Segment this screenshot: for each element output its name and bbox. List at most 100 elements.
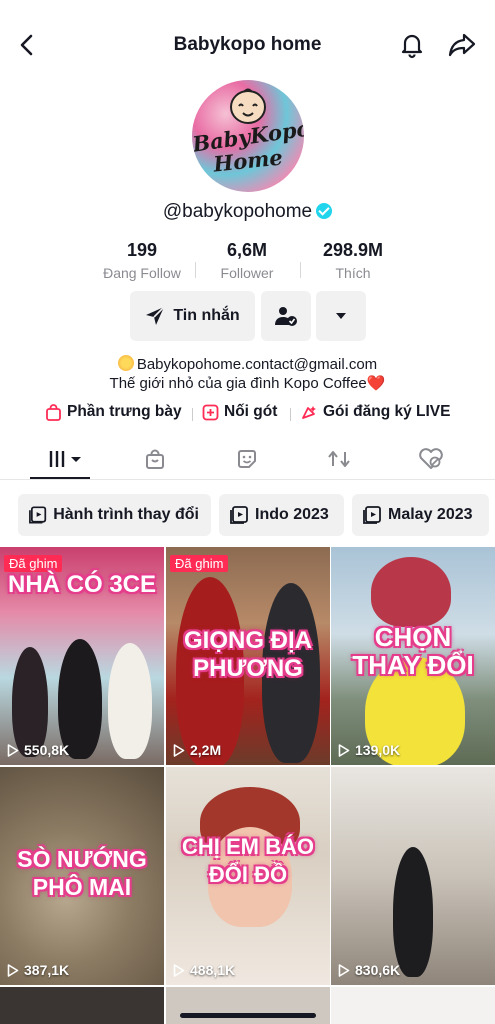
stat-following[interactable]: 199 Đang Follow: [82, 240, 202, 281]
share-icon[interactable]: [447, 31, 477, 59]
play-icon: [7, 743, 19, 757]
view-count: 550,8K: [7, 742, 69, 758]
send-icon: [146, 306, 165, 325]
view-count: 387,1K: [7, 962, 69, 978]
avatar[interactable]: BabyKopo Home: [192, 80, 304, 192]
sun-emoji-icon: [117, 355, 134, 371]
profile-links: Phần trưng bày Nối gót Gói đăng ký LIVE: [0, 403, 495, 425]
play-icon: [173, 963, 185, 977]
shopping-bag-icon: [46, 403, 61, 421]
playlist-chip[interactable]: Hành trình thay đổi: [18, 494, 211, 536]
tab-stickers[interactable]: [227, 446, 267, 472]
stat-value: 298.9M: [322, 240, 384, 260]
playlist-chip[interactable]: Malay 2023: [352, 494, 489, 536]
message-button[interactable]: Tin nhắn: [130, 291, 255, 341]
video-thumbnail[interactable]: Đã ghim NHÀ CÓ 3CE 550,8K: [0, 547, 164, 765]
link-divider: [192, 408, 193, 421]
video-thumbnail[interactable]: [166, 987, 330, 1024]
tab-liked[interactable]: [411, 446, 451, 472]
profile-handle: @babykopohome: [0, 201, 495, 223]
stat-label: Follower: [220, 265, 274, 281]
profile-actions: Tin nhắn: [0, 291, 495, 341]
duet-link[interactable]: Nối gót: [202, 403, 277, 421]
play-icon: [338, 963, 350, 977]
stat-label: Đang Follow: [103, 265, 181, 281]
playlist-chips: Hành trình thay đổi Indo 2023 Malay 2023: [0, 494, 495, 538]
stat-value: 6,6M: [226, 240, 268, 260]
grid-icon: [49, 451, 81, 467]
stat-divider: [300, 262, 301, 278]
playlist-chip-label: Malay 2023: [388, 506, 473, 523]
view-count: 2,2M: [173, 742, 221, 758]
sparkle-icon: [302, 405, 316, 419]
play-icon: [338, 743, 350, 757]
play-icon: [173, 743, 185, 757]
stat-value: 199: [126, 240, 158, 260]
live-subscription-link[interactable]: Gói đăng ký LIVE: [300, 403, 450, 421]
playlist-chip-label: Hành trình thay đổi: [53, 506, 199, 523]
verified-badge-icon: [316, 203, 333, 219]
view-count-value: 139,0K: [355, 742, 401, 758]
tab-videos[interactable]: [42, 446, 88, 472]
video-thumbnail[interactable]: [331, 987, 495, 1024]
video-caption: GIỌNG ĐỊA PHƯƠNG: [183, 627, 312, 682]
heart-emoji: ❤️: [366, 375, 386, 392]
playlist-icon: [363, 506, 381, 524]
video-caption: CHỊ EM BÁO ĐỔI ĐỒ: [182, 834, 314, 887]
view-count-value: 387,1K: [24, 962, 70, 978]
stat-label: Thích: [335, 265, 371, 281]
video-thumbnail[interactable]: 830,6K: [331, 767, 495, 985]
playlist-icon: [230, 506, 248, 524]
bio-description: Thế giới nhỏ của gia đình Kopo Coffee: [109, 375, 367, 392]
view-count: 830,6K: [338, 962, 400, 978]
baby-face-icon: [230, 88, 266, 124]
profile-stats: 199 Đang Follow 6,6M Follower 298.9M Thí…: [0, 240, 495, 284]
view-count-value: 488,1K: [190, 962, 236, 978]
heart-hidden-icon: [419, 448, 443, 469]
top-bar: Babykopo home: [0, 22, 495, 68]
pinned-badge: Đã ghim: [4, 555, 63, 572]
video-caption: CHỌN THAY ĐỔI: [352, 622, 474, 680]
bio-line-description: Thế giới nhỏ của gia đình Kopo Coffee❤️: [0, 374, 495, 393]
more-options-button[interactable]: [316, 291, 366, 341]
friend-status-button[interactable]: [261, 291, 311, 341]
video-thumbnail[interactable]: [0, 987, 164, 1024]
bio-email[interactable]: Babykopohome.contact@gmail.com: [137, 356, 377, 373]
playlist-chip-label: Indo 2023: [255, 506, 329, 523]
active-tab-indicator: [30, 477, 90, 479]
handle-text: @babykopohome: [162, 201, 313, 222]
user-check-icon: [275, 307, 297, 326]
video-caption: SÒ NƯỚNG PHÔ MAI: [17, 846, 147, 900]
home-indicator: [180, 1013, 316, 1018]
playlist-icon: [29, 506, 47, 524]
view-count: 139,0K: [338, 742, 400, 758]
duet-link-label: Nối gót: [224, 403, 278, 420]
message-button-label: Tin nhắn: [173, 307, 240, 324]
showcase-link[interactable]: Phần trưng bày: [45, 403, 182, 421]
bio-line-email: Babykopohome.contact@gmail.com: [0, 355, 495, 374]
shop-bag-icon: [146, 449, 164, 469]
tab-shop[interactable]: [135, 446, 175, 472]
stat-divider: [195, 262, 196, 278]
playlist-chip[interactable]: Indo 2023: [219, 494, 344, 536]
showcase-link-label: Phần trưng bày: [67, 403, 182, 420]
caret-down-icon: [336, 313, 346, 319]
live-subscription-label: Gói đăng ký LIVE: [323, 403, 451, 420]
content-tabs: [0, 440, 495, 480]
view-count-value: 830,6K: [355, 962, 401, 978]
sticker-icon: [238, 450, 256, 468]
video-thumbnail[interactable]: CHỊ EM BÁO ĐỔI ĐỒ 488,1K: [166, 767, 330, 985]
view-count-value: 2,2M: [190, 742, 222, 758]
stat-followers[interactable]: 6,6M Follower: [187, 240, 307, 281]
bell-icon[interactable]: [398, 31, 426, 59]
view-count: 488,1K: [173, 962, 235, 978]
repost-icon: [328, 451, 350, 467]
video-thumbnail[interactable]: SÒ NƯỚNG PHÔ MAI 387,1K: [0, 767, 164, 985]
tab-reposts[interactable]: [319, 446, 359, 472]
video-thumbnail[interactable]: CHỌN THAY ĐỔI 139,0K: [331, 547, 495, 765]
view-count-value: 550,8K: [24, 742, 70, 758]
video-caption: NHÀ CÓ 3CE: [7, 571, 157, 598]
profile-bio: Babykopohome.contact@gmail.com Thế giới …: [0, 355, 495, 393]
stat-likes[interactable]: 298.9M Thích: [293, 240, 413, 281]
video-thumbnail[interactable]: Đã ghim GIỌNG ĐỊA PHƯƠNG 2,2M: [166, 547, 330, 765]
